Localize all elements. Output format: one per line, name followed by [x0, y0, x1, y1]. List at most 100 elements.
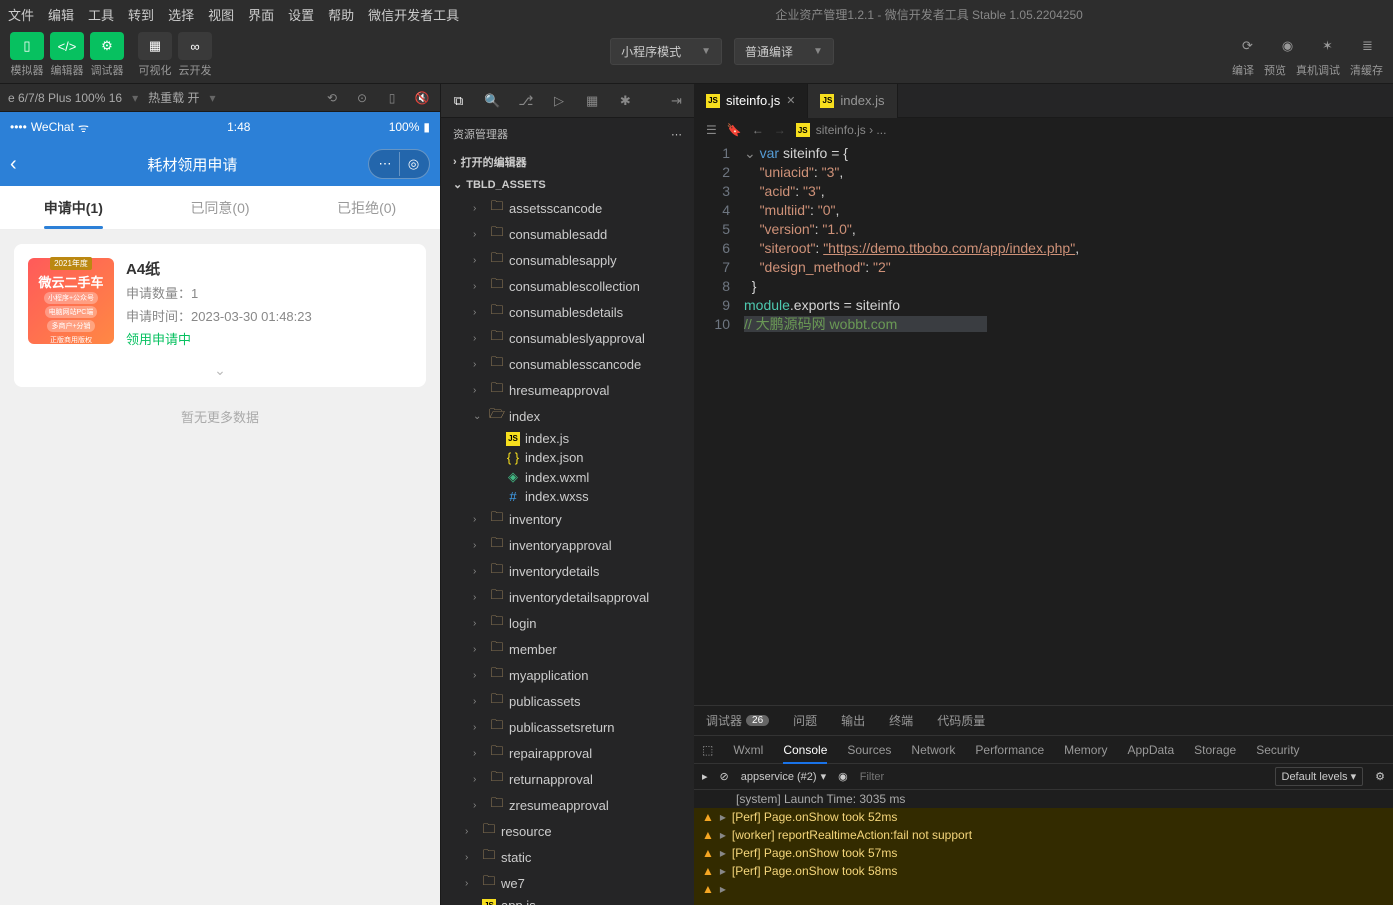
tool-storage[interactable]: Storage — [1194, 743, 1236, 757]
filter-input[interactable] — [860, 771, 1263, 783]
gear-icon[interactable]: ⚙ — [1375, 770, 1385, 783]
tab-quality[interactable]: 代码质量 — [937, 712, 985, 729]
menu-ui[interactable]: 界面 — [248, 5, 274, 24]
menu-view[interactable]: 视图 — [208, 5, 234, 24]
tab-problems[interactable]: 问题 — [793, 712, 817, 729]
tool-wxml[interactable]: Wxml — [733, 743, 763, 757]
tree-item[interactable]: ›🗀resource — [441, 818, 694, 844]
device-select[interactable]: e 6/7/8 Plus 100% 16 — [8, 91, 122, 105]
menu-goto[interactable]: 转到 — [128, 5, 154, 24]
eye-icon[interactable]: ◉ — [838, 770, 848, 783]
menu-tools[interactable]: 工具 — [88, 5, 114, 24]
mute-icon[interactable]: 🔇 — [412, 88, 432, 108]
phone-icon[interactable]: ▯ — [382, 88, 402, 108]
compile-icon[interactable]: ⟳ — [1238, 36, 1258, 56]
tree-item[interactable]: ›🗀consumableslyapproval — [441, 325, 694, 351]
tree-item[interactable]: ›🗀login — [441, 610, 694, 636]
home-icon[interactable]: ⊙ — [352, 88, 372, 108]
menu-select[interactable]: 选择 — [168, 5, 194, 24]
tab-terminal[interactable]: 终端 — [889, 712, 913, 729]
preview-icon[interactable]: ◉ — [1278, 36, 1298, 56]
close-icon[interactable]: ✕ — [786, 94, 795, 107]
tree-item[interactable]: ›🗀inventorydetails — [441, 558, 694, 584]
menu-settings[interactable]: 设置 — [288, 5, 314, 24]
remote-debug-icon[interactable]: ✶ — [1318, 36, 1338, 56]
debug-icon[interactable]: ▷ — [551, 92, 566, 110]
tree-item[interactable]: ›🗀assetsscancode — [441, 195, 694, 221]
tool-sources[interactable]: Sources — [847, 743, 891, 757]
simulator-button[interactable]: ▯ — [10, 32, 44, 60]
search-icon[interactable]: 🔍 — [484, 92, 500, 110]
tree-item[interactable]: ›🗀consumablescollection — [441, 273, 694, 299]
hot-reload-toggle[interactable]: 热重载 开 — [148, 89, 199, 106]
tab-debugger[interactable]: 调试器 26 — [706, 712, 769, 729]
tab-output[interactable]: 输出 — [841, 712, 865, 729]
tree-item[interactable]: ›🗀hresumeapproval — [441, 377, 694, 403]
tree-item[interactable]: ›🗀publicassets — [441, 688, 694, 714]
tab-index[interactable]: JS index.js — [808, 84, 897, 118]
tree-item[interactable]: #index.wxss — [441, 487, 694, 506]
forward-arrow-icon[interactable]: → — [774, 123, 786, 137]
open-editors-section[interactable]: › 打开的编辑器 — [441, 150, 694, 174]
tab-applying[interactable]: 申请中(1) — [0, 186, 147, 229]
list-icon[interactable]: ☰ — [706, 123, 717, 137]
refresh-icon[interactable]: ⟲ — [322, 88, 342, 108]
inspect-icon[interactable]: ⬚ — [702, 743, 713, 757]
tab-rejected[interactable]: 已拒绝(0) — [293, 186, 440, 229]
menu-help[interactable]: 帮助 — [328, 5, 354, 24]
tree-item[interactable]: ›🗀inventory — [441, 506, 694, 532]
extensions-icon[interactable]: ▦ — [585, 92, 600, 110]
bug-icon[interactable]: ✱ — [618, 92, 633, 110]
tool-security[interactable]: Security — [1256, 743, 1299, 757]
tree-item[interactable]: JSapp.js — [441, 896, 694, 905]
tree-item[interactable]: ›🗀myapplication — [441, 662, 694, 688]
visual-button[interactable]: ▦ — [138, 32, 172, 60]
tree-item[interactable]: ›🗀zresumeapproval — [441, 792, 694, 818]
menu-wechat-devtools[interactable]: 微信开发者工具 — [368, 5, 459, 24]
tree-item[interactable]: ◈index.wxml — [441, 467, 694, 487]
more-icon[interactable]: ⋯ — [671, 128, 682, 141]
mode-dropdown[interactable]: 小程序模式 ▼ — [610, 38, 722, 65]
breadcrumb[interactable]: JS siteinfo.js › ... — [796, 123, 887, 137]
tree-item[interactable]: ›🗀consumablesadd — [441, 221, 694, 247]
editor-button[interactable]: </> — [50, 32, 84, 60]
list-item[interactable]: 2021年度 微云二手车 小程序+公众号 电脑网站PC端 多商户+分销 正版商用… — [14, 244, 426, 362]
cloud-button[interactable]: ∞ — [178, 32, 212, 60]
tree-item[interactable]: ›🗀we7 — [441, 870, 694, 896]
compile-dropdown[interactable]: 普通编译 ▼ — [734, 38, 834, 65]
menu-dots-icon[interactable]: ⋯ — [371, 152, 399, 176]
debugger-button[interactable]: ⚙ — [90, 32, 124, 60]
levels-dropdown[interactable]: Default levels ▾ — [1275, 767, 1364, 786]
toggle-icon[interactable]: ⇥ — [669, 92, 684, 110]
back-icon[interactable]: ‹ — [10, 153, 17, 176]
tree-item[interactable]: JSindex.js — [441, 429, 694, 448]
tree-item[interactable]: ›🗀consumablesapply — [441, 247, 694, 273]
tree-item[interactable]: ›🗀inventorydetailsapproval — [441, 584, 694, 610]
tool-network[interactable]: Network — [911, 743, 955, 757]
code-editor[interactable]: 12345678910 ⌄ var siteinfo = { "uniacid"… — [694, 142, 1393, 705]
git-icon[interactable]: ⎇ — [518, 92, 533, 110]
tree-item[interactable]: ›🗀consumablesscancode — [441, 351, 694, 377]
close-target-icon[interactable]: ◎ — [399, 152, 427, 176]
tree-item[interactable]: { }index.json — [441, 448, 694, 467]
bookmark-icon[interactable]: 🔖 — [727, 123, 742, 137]
tree-item[interactable]: ›🗀repairapproval — [441, 740, 694, 766]
tree-item[interactable]: ›🗀member — [441, 636, 694, 662]
back-arrow-icon[interactable]: ← — [752, 123, 764, 137]
tree-item[interactable]: ›🗀inventoryapproval — [441, 532, 694, 558]
menu-edit[interactable]: 编辑 — [48, 5, 74, 24]
chevron-down-icon[interactable]: ⌄ — [14, 354, 426, 387]
tree-item[interactable]: ›🗀consumablesdetails — [441, 299, 694, 325]
tool-performance[interactable]: Performance — [975, 743, 1044, 757]
context-dropdown[interactable]: appservice (#2) ▾ — [741, 770, 826, 783]
tree-item[interactable]: ›🗀publicassetsreturn — [441, 714, 694, 740]
clear-cache-icon[interactable]: ≣ — [1358, 36, 1378, 56]
tool-appdata[interactable]: AppData — [1127, 743, 1174, 757]
tree-item[interactable]: ⌄🗁index — [441, 403, 694, 429]
files-icon[interactable]: ⧉ — [451, 92, 466, 110]
project-section[interactable]: ⌄ TBLD_ASSETS — [441, 174, 694, 195]
tool-memory[interactable]: Memory — [1064, 743, 1107, 757]
tree-item[interactable]: ›🗀static — [441, 844, 694, 870]
clear-icon[interactable]: ⊘ — [720, 770, 729, 783]
tool-console[interactable]: Console — [783, 743, 827, 757]
